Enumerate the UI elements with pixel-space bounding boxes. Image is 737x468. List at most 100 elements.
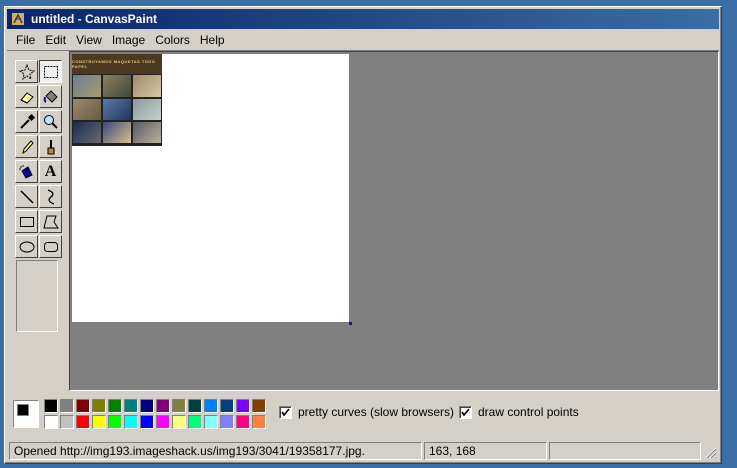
- control-points-label: draw control points: [478, 405, 579, 419]
- tool-fill[interactable]: [39, 85, 62, 108]
- color-swatch[interactable]: [44, 415, 58, 429]
- tool-airbrush[interactable]: [15, 160, 38, 183]
- pretty-curves-checkbox[interactable]: [279, 405, 292, 419]
- tool-rect-select[interactable]: [39, 60, 62, 83]
- color-swatch[interactable]: [92, 415, 106, 429]
- tool-ellipse[interactable]: [15, 235, 38, 258]
- tool-brush[interactable]: [39, 135, 62, 158]
- checkmark-icon: [281, 407, 290, 416]
- resize-grip-icon[interactable]: [705, 447, 717, 459]
- checkmark-icon: [461, 407, 470, 416]
- tool-color-picker[interactable]: [15, 110, 38, 133]
- color-swatch[interactable]: [236, 399, 250, 413]
- title-bar[interactable]: untitled - CanvasPaint: [7, 9, 719, 29]
- control-points-option[interactable]: draw control points: [459, 405, 579, 419]
- fill-bucket-icon: [43, 89, 58, 103]
- tool-eraser[interactable]: [15, 85, 38, 108]
- current-colors[interactable]: [13, 400, 39, 428]
- pretty-curves-label: pretty curves (slow browsers): [298, 405, 455, 419]
- menu-view[interactable]: View: [71, 33, 107, 47]
- color-palette: [11, 395, 271, 433]
- magnifier-icon: [43, 114, 58, 129]
- image-tile: [102, 121, 132, 144]
- toolbox: A: [11, 55, 67, 391]
- status-extra: [549, 442, 701, 460]
- color-swatch[interactable]: [204, 415, 218, 429]
- color-swatch[interactable]: [76, 415, 90, 429]
- line-icon: [19, 189, 34, 204]
- image-tile: [72, 74, 102, 98]
- color-swatch[interactable]: [44, 399, 58, 413]
- color-swatch[interactable]: [140, 399, 154, 413]
- drawing-canvas[interactable]: CONSTRUYAMOS MAQUETAS TODO PAPEL: [72, 54, 349, 322]
- menu-file[interactable]: File: [11, 33, 40, 47]
- app-window: untitled - CanvasPaint File Edit View Im…: [4, 6, 722, 464]
- tool-line[interactable]: [15, 185, 38, 208]
- color-swatch[interactable]: [188, 399, 202, 413]
- tool-rectangle[interactable]: [15, 210, 38, 233]
- color-swatch[interactable]: [156, 399, 170, 413]
- image-tile: [102, 98, 132, 121]
- tool-polygon[interactable]: [39, 210, 62, 233]
- canvas-resize-handle[interactable]: [349, 322, 352, 325]
- color-swatch[interactable]: [220, 415, 234, 429]
- color-swatch[interactable]: [60, 415, 74, 429]
- color-swatch[interactable]: [204, 399, 218, 413]
- color-swatch[interactable]: [60, 399, 74, 413]
- window-title: untitled - CanvasPaint: [31, 12, 158, 26]
- image-tile: [72, 121, 102, 144]
- main-area: A CONSTRUYAMOS MAQUETAS TODO PAPEL: [7, 50, 719, 391]
- menu-bar: File Edit View Image Colors Help: [7, 31, 719, 49]
- image-tile: [102, 74, 132, 98]
- ellipse-icon: [19, 241, 34, 252]
- tool-pencil[interactable]: [15, 135, 38, 158]
- color-swatch[interactable]: [92, 399, 106, 413]
- eraser-icon: [19, 91, 34, 104]
- color-swatch[interactable]: [252, 415, 266, 429]
- color-swatch[interactable]: [124, 415, 138, 429]
- menu-edit[interactable]: Edit: [40, 33, 71, 47]
- color-swatch[interactable]: [140, 415, 154, 429]
- color-swatch[interactable]: [172, 415, 186, 429]
- bottom-panel: pretty curves (slow browsers) draw contr…: [7, 392, 719, 437]
- color-swatch[interactable]: [76, 399, 90, 413]
- menu-colors[interactable]: Colors: [150, 33, 195, 47]
- color-swatch[interactable]: [188, 415, 202, 429]
- curve-icon: [47, 188, 54, 205]
- color-swatch[interactable]: [172, 399, 186, 413]
- image-tile: [132, 98, 162, 121]
- color-swatch[interactable]: [124, 399, 138, 413]
- pasted-image: CONSTRUYAMOS MAQUETAS TODO PAPEL: [72, 54, 162, 146]
- free-select-icon: [18, 63, 35, 80]
- tool-curve[interactable]: [39, 185, 62, 208]
- tool-magnifier[interactable]: [39, 110, 62, 133]
- tool-free-select[interactable]: [15, 60, 38, 83]
- color-swatch[interactable]: [108, 415, 122, 429]
- color-swatch[interactable]: [236, 415, 250, 429]
- workspace: CONSTRUYAMOS MAQUETAS TODO PAPEL: [69, 51, 719, 391]
- image-tile: [132, 121, 162, 144]
- polygon-icon: [42, 215, 59, 228]
- tool-rounded-rectangle[interactable]: [39, 235, 62, 258]
- color-swatch[interactable]: [156, 415, 170, 429]
- status-coordinates: 163, 168: [424, 442, 547, 460]
- foreground-color[interactable]: [17, 404, 29, 416]
- eyedropper-icon: [19, 113, 35, 129]
- image-banner: CONSTRUYAMOS MAQUETAS TODO PAPEL: [72, 54, 162, 74]
- menu-image[interactable]: Image: [107, 33, 150, 47]
- color-swatch[interactable]: [220, 399, 234, 413]
- tool-text[interactable]: A: [39, 160, 62, 183]
- rounded-rect-icon: [43, 241, 58, 252]
- image-tile: [72, 98, 102, 121]
- color-swatch[interactable]: [108, 399, 122, 413]
- status-message: Opened http://img193.imageshack.us/img19…: [9, 442, 422, 460]
- menu-help[interactable]: Help: [195, 33, 230, 47]
- text-icon: A: [44, 162, 57, 180]
- color-swatch[interactable]: [252, 399, 266, 413]
- image-tile: [132, 74, 162, 98]
- image-tile: [102, 144, 132, 146]
- pretty-curves-option[interactable]: pretty curves (slow browsers): [279, 405, 454, 419]
- airbrush-icon: [18, 164, 33, 179]
- tool-options-panel[interactable]: [16, 260, 58, 332]
- control-points-checkbox[interactable]: [459, 405, 472, 419]
